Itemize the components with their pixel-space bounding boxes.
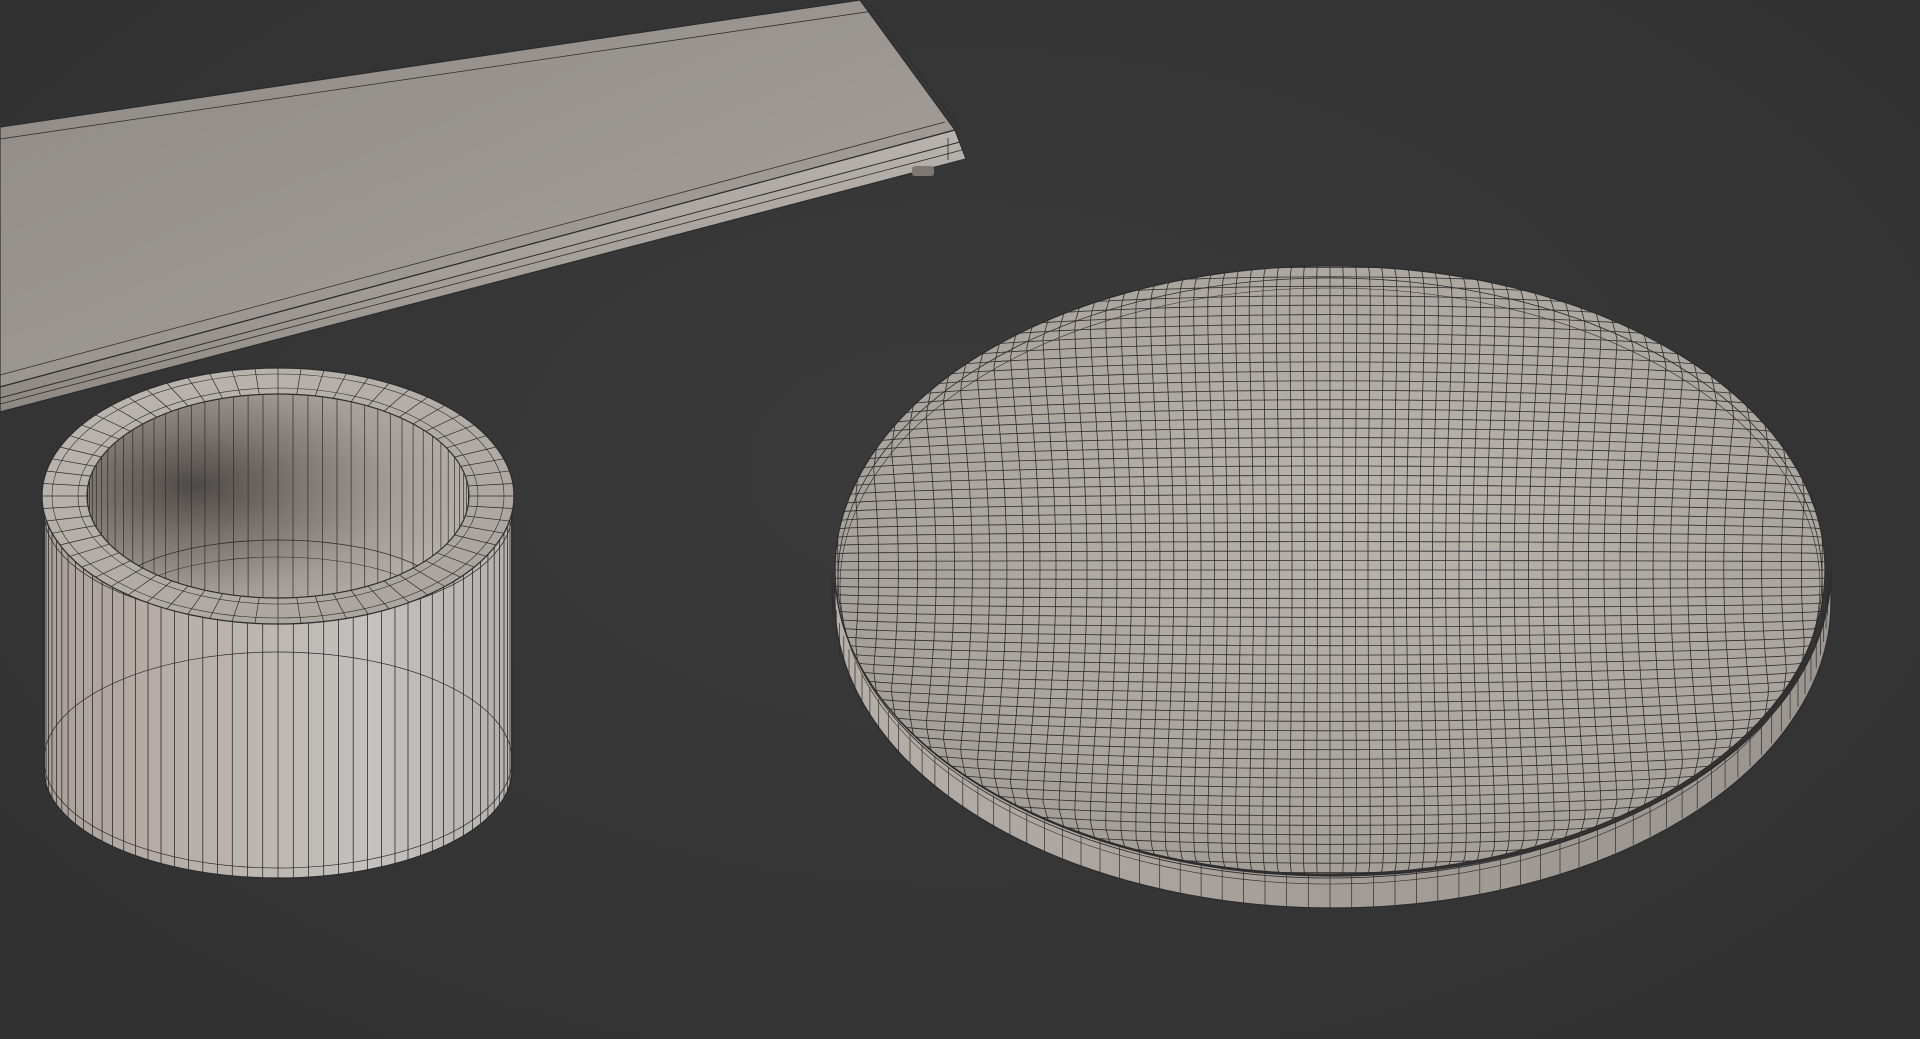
dish-mesh[interactable] bbox=[776, 230, 1885, 911]
ring-mesh[interactable] bbox=[41, 367, 515, 879]
board-mesh[interactable] bbox=[0, 0, 967, 413]
scene-canvas[interactable] bbox=[0, 0, 1920, 1039]
3d-viewport[interactable] bbox=[0, 0, 1920, 1039]
board-foot bbox=[912, 166, 934, 176]
